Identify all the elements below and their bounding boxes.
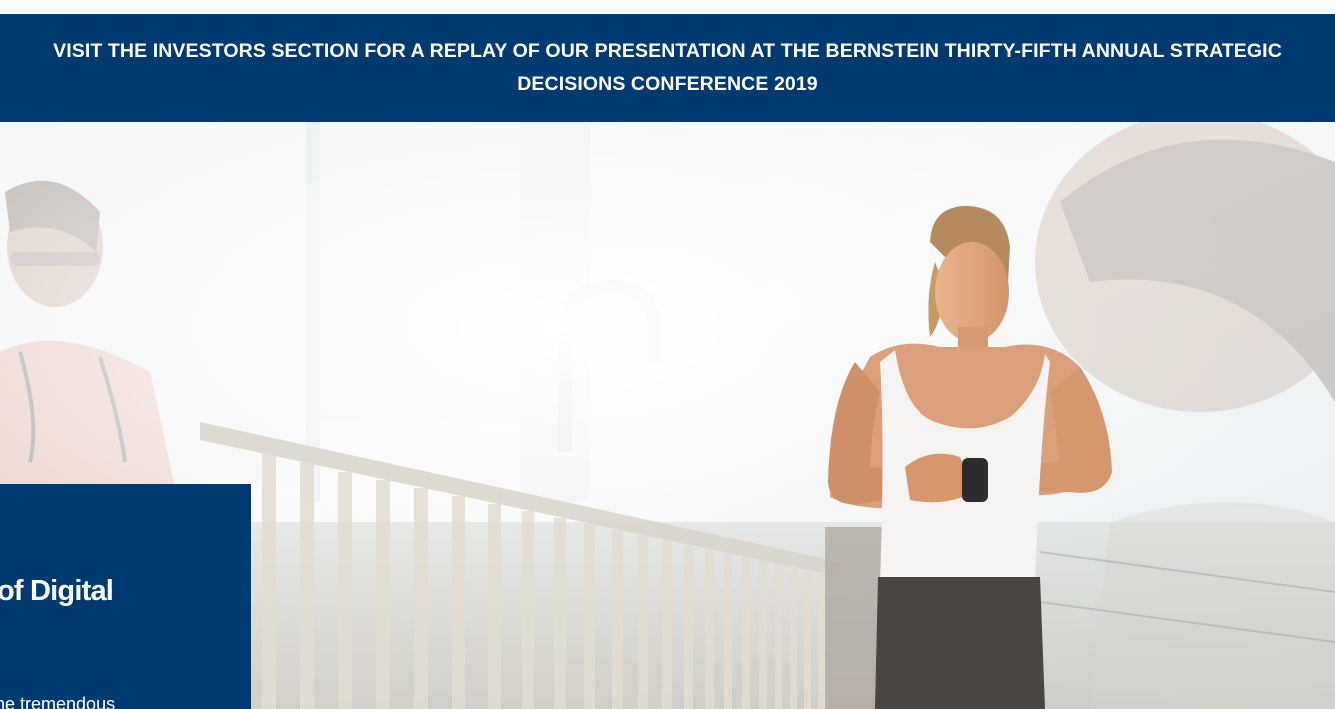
hero-card-body: the tremendous — [0, 694, 116, 709]
hero-card: of Digital e the tremendous — [0, 484, 251, 709]
hero-card-title: of Digital e — [0, 570, 247, 654]
announcement-text[interactable]: VISIT THE INVESTORS SECTION FOR A REPLAY… — [4, 35, 1331, 101]
hero-section: of Digital e the tremendous — [0, 122, 1335, 709]
page: VISIT THE INVESTORS SECTION FOR A REPLAY… — [0, 0, 1335, 709]
hero-card-title-line-2: e — [0, 612, 247, 654]
announcement-banner[interactable]: VISIT THE INVESTORS SECTION FOR A REPLAY… — [0, 14, 1335, 122]
hero-card-title-line-1: of Digital — [0, 575, 114, 607]
